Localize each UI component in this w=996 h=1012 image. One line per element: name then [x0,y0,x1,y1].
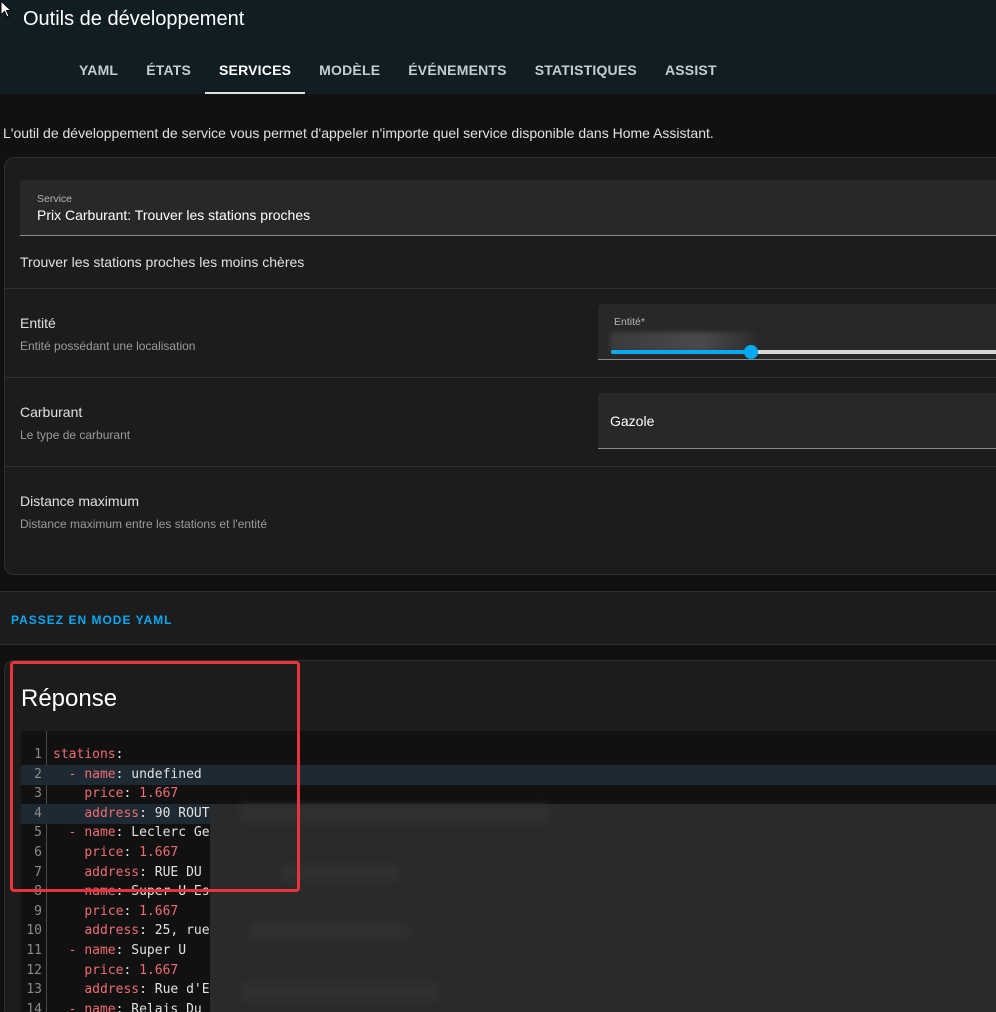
annotation-highlight-box [10,661,300,892]
distance-row: Distance maximum Distance maximum entre … [5,466,996,576]
yaml-value: 1.667 [139,962,179,978]
yaml-value: 25, rue [154,923,210,939]
code-text: address: Rue d'E [84,982,210,998]
tab-services[interactable]: SERVICES [205,50,306,94]
line-number: 13 [26,982,42,998]
code-text: - name: Super U [68,943,187,958]
line-number: 12 [26,962,42,978]
yaml-value: Relais Du [131,1001,202,1012]
yaml-mode-bar: PASSEZ EN MODE YAML [0,591,996,645]
top-app-bar: Outils de développement YAML ÉTATS SERVI… [0,0,996,94]
service-picker[interactable]: Service Prix Carburant: Trouver les stat… [20,180,996,236]
fuel-subtitle: Le type de carburant [20,428,131,442]
page-title: Outils de développement [23,8,245,30]
tab-yaml[interactable]: YAML [65,50,132,94]
line-number: 10 [26,923,42,939]
line-number: 11 [26,943,42,958]
fuel-select-value: Gazole [610,413,655,429]
distance-slider[interactable] [611,345,996,359]
tab-modele[interactable]: MODÈLE [305,50,394,94]
fuel-select[interactable]: Gazole [598,393,996,449]
tab-etats[interactable]: ÉTATS [132,50,205,94]
yaml-key: price [84,903,124,919]
line-number: 14 [26,1001,42,1012]
intro-text: L'outil de développement de service vous… [3,125,714,141]
yaml-key: price [84,962,124,978]
yaml-key: name [84,943,116,958]
fuel-title: Carburant [20,404,83,420]
mouse-cursor-icon [0,0,12,18]
distance-subtitle: Distance maximum entre les stations et l… [20,517,268,531]
code-text: - name: Relais Du [53,1000,202,1012]
entity-title: Entité [20,315,56,331]
code-text: price: 1.667 [84,962,179,978]
tab-evenements[interactable]: ÉVÉNEMENTS [394,50,520,94]
entity-subtitle: Entité possédant une localisation [20,339,196,353]
tab-statistiques[interactable]: STATISTIQUES [521,50,651,94]
entity-input-label: Entité* [614,316,645,328]
tab-bar: YAML ÉTATS SERVICES MODÈLE ÉVÉNEMENTS ST… [65,50,731,94]
yaml-value: Super U [131,943,187,958]
distance-title: Distance maximum [20,493,140,509]
service-field-value: Prix Carburant: Trouver les stations pro… [37,207,311,223]
yaml-value: Rue d'E [154,982,210,998]
slider-fill [611,350,751,354]
service-field-label: Service [37,193,73,205]
service-description: Trouver les stations proches les moins c… [20,254,305,270]
code-text: address: 25, rue [84,923,210,939]
line-number: 9 [34,903,42,919]
code-text: price: 1.667 [84,903,179,919]
slider-thumb[interactable] [744,345,758,359]
tab-assist[interactable]: ASSIST [651,50,731,94]
fuel-row: Carburant Le type de carburant Gazole [5,377,996,466]
yaml-key: name [84,1001,116,1012]
service-card: Service Prix Carburant: Trouver les stat… [4,157,996,575]
yaml-value: 1.667 [139,903,179,919]
redacted-area [210,805,996,1012]
yaml-key: address [84,923,140,939]
entity-row: Entité Entité possédant une localisation… [5,288,996,377]
yaml-mode-button[interactable]: PASSEZ EN MODE YAML [11,613,172,627]
yaml-key: address [84,982,140,998]
